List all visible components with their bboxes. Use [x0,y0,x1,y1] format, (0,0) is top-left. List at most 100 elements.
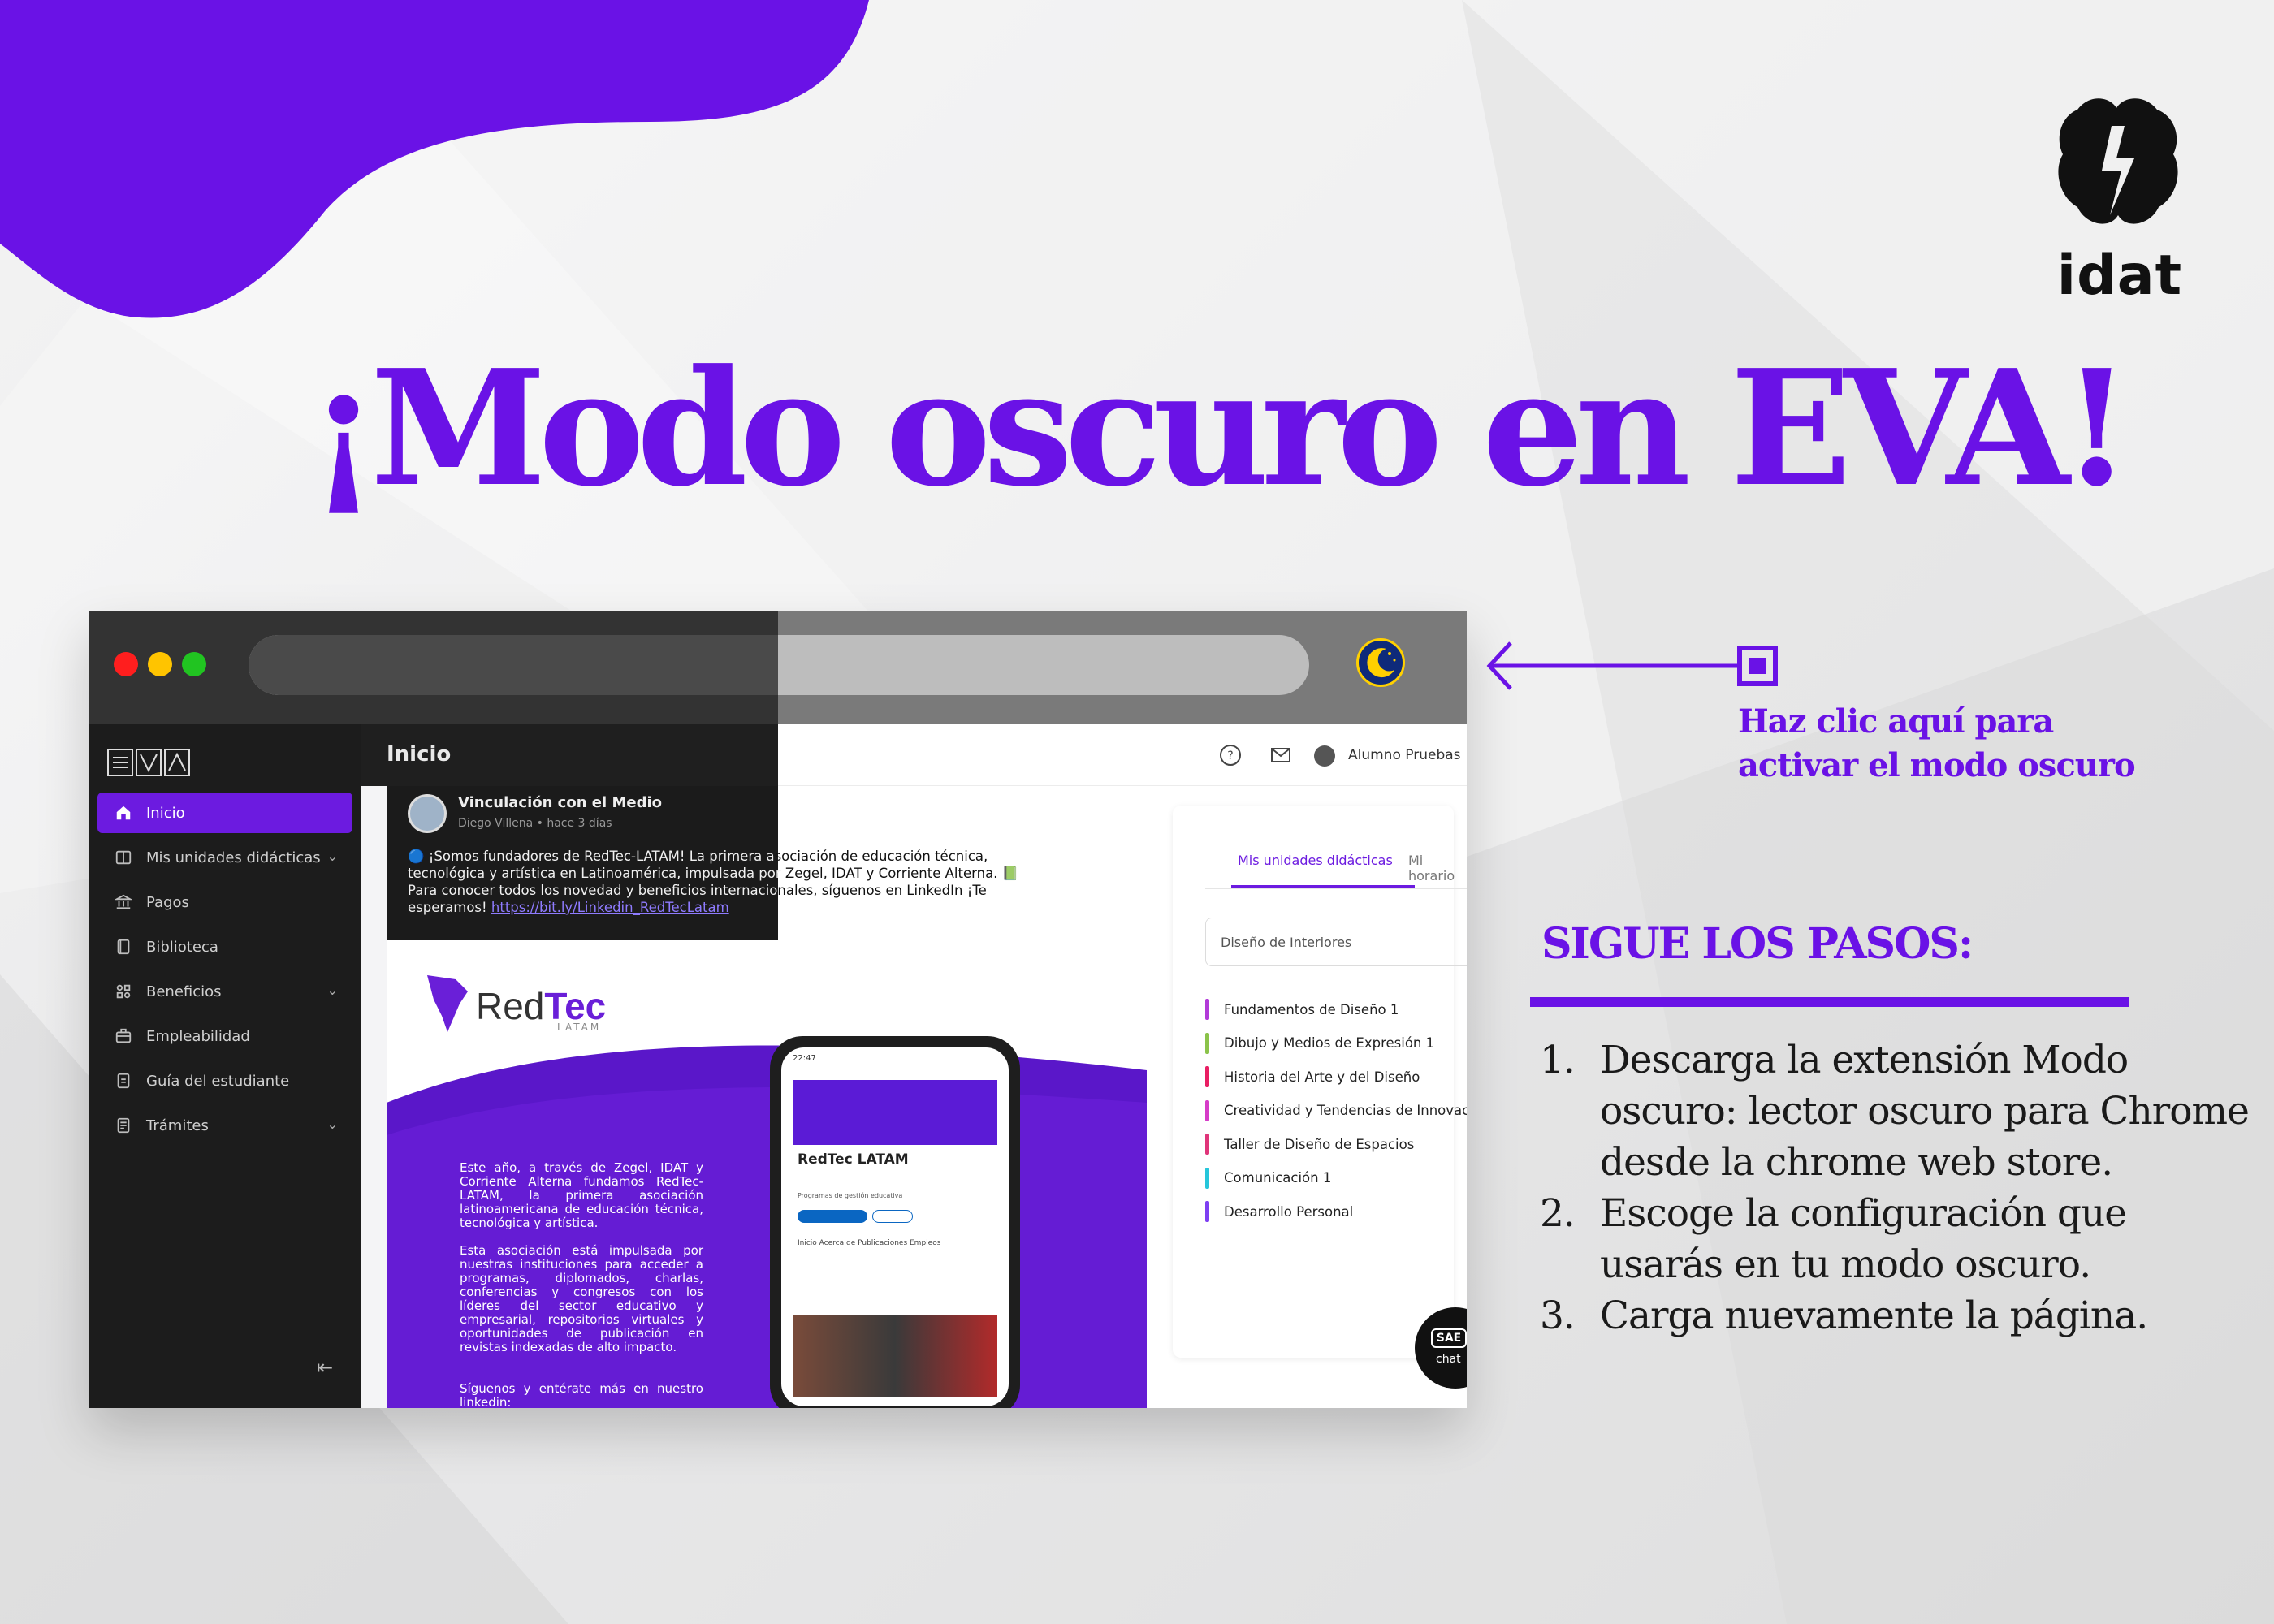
minimize-window-button[interactable] [148,652,172,676]
idat-logo [2058,98,2178,224]
chat-label: SAE [1431,1328,1467,1348]
chevron-down-icon: ⌄ [326,983,338,998]
moon-icon [1367,648,1396,678]
course-name: Comunicación 1 [1224,1170,1332,1186]
phone-cover [793,1080,997,1145]
course-color-bar [1205,1201,1209,1222]
step-number: 3. [1540,1294,1576,1338]
active-tab-indicator [1231,885,1415,888]
step-item: 3. Carga nuevamente la página. [1540,1290,2255,1341]
sidebar-item-label: Mis unidades didácticas [146,849,321,866]
course-color-bar [1205,1066,1209,1087]
course-name: Creatividad y Tendencias de Innovación [1224,1103,1467,1118]
sidebar-item-biblioteca[interactable]: Biblioteca [97,926,352,967]
course-item[interactable]: Fundamentos de Diseño 1 [1205,999,1399,1020]
mail-icon[interactable] [1269,743,1293,767]
help-icon[interactable]: ? [1218,743,1243,767]
headline: ¡Modo oscuro en EVA! [309,335,2132,522]
steps-divider [1530,997,2129,1007]
svg-text:?: ? [1227,749,1233,762]
course-item[interactable]: Comunicación 1 [1205,1167,1332,1189]
sidebar-item-label: Inicio [146,804,185,822]
banner-paragraph-1: Este año, a través de Zegel, IDAT y Corr… [460,1160,703,1230]
tab-mi-horario[interactable]: Mi horario [1408,853,1455,883]
course-name: Desarrollo Personal [1224,1203,1354,1220]
tab-mis-unidades[interactable]: Mis unidades didácticas [1238,853,1393,868]
step-text: Descarga la extensión Modo oscuro: lecto… [1600,1038,2250,1185]
step-number: 2. [1540,1191,1576,1236]
phone-tabs: Inicio Acerca de Publicaciones Empleos [798,1239,941,1247]
course-item[interactable]: Dibujo y Medios de Expresión 1 [1205,1032,1434,1054]
phone-message-button [798,1210,867,1223]
step-text: Escoge la configuración que usarás en tu… [1600,1191,2127,1287]
sidebar-item-guia-del-estudiante[interactable]: Guía del estudiante [97,1060,352,1101]
collapse-sidebar-icon[interactable]: ⇤ [317,1356,333,1380]
course-color-bar [1205,1099,1209,1121]
course-color-bar [1205,999,1209,1020]
home-icon [114,803,133,823]
course-item[interactable]: Desarrollo Personal [1205,1201,1353,1222]
sidebar-item-beneficios[interactable]: Beneficios ⌄ [97,971,352,1012]
avatar[interactable] [1314,745,1335,767]
guide-icon [114,1071,133,1091]
browser-window: Inicio Mis unidades didácticas ⌄ Pagos Bibli… [89,611,1467,1408]
course-name: Taller de Diseño de Espacios [1224,1136,1415,1152]
decorative-blob [0,0,869,318]
sidebar-item-label: Trámites [146,1116,209,1134]
steps-title: SIGUE LOS PASOS: [1541,919,1974,969]
sidebar: Inicio Mis unidades didácticas ⌄ Pagos Bibli… [89,724,361,1408]
course-name: Historia del Arte y del Diseño [1224,1069,1420,1085]
dark-mode-extension-button[interactable] [1356,638,1405,687]
banner-paragraph-2: Esta asociación está impulsada por nuest… [460,1243,703,1354]
post-body: 🔵 ¡Somos fundadores de RedTec-LATAM! La … [408,849,1019,915]
sidebar-item-inicio[interactable]: Inicio [97,793,352,833]
phone-photo [793,1315,997,1397]
library-icon [114,937,133,957]
redtec-banner[interactable]: RedTec LATAM Este año, a través de Zegel… [387,940,1147,1408]
step-item: 2. Escoge la configuración que usarás en … [1540,1188,2255,1290]
sidebar-item-tramites[interactable]: Trámites ⌄ [97,1105,352,1146]
course-name: Fundamentos de Diseño 1 [1224,1001,1399,1017]
maximize-window-button[interactable] [182,652,206,676]
phone-title: RedTec LATAM [798,1151,909,1168]
arrow-indicator [1486,641,1778,690]
step-item: 1. Descarga la extensión Modo oscuro: lec… [1540,1034,2255,1188]
post-author-avatar [408,794,447,833]
page-title: Inicio [387,742,452,767]
address-bar[interactable] [249,635,1309,695]
course-item[interactable]: Historia del Arte y del Diseño [1205,1066,1420,1087]
eva-logo [107,749,190,776]
briefcase-icon [114,1026,133,1046]
post-link[interactable]: https://bit.ly/Linkedin_RedTecLatam [491,900,729,915]
redtec-logo-sub: LATAM [557,1021,602,1033]
course-item[interactable]: Taller de Diseño de Espacios [1205,1134,1414,1155]
course-item[interactable]: Creatividad y Tendencias de Innovación [1205,1099,1467,1121]
idat-logo-text: idat [2056,244,2183,308]
grid-icon [114,982,133,1001]
phone-subtitle: Programas de gestión educativa [798,1192,903,1199]
sidebar-item-label: Empleabilidad [146,1027,250,1045]
close-window-button[interactable] [114,652,138,676]
document-icon [114,1116,133,1135]
latam-map-icon [427,975,468,1032]
steps-list: 1. Descarga la extensión Modo oscuro: lec… [1540,1034,2255,1341]
step-text: Carga nuevamente la página. [1600,1294,2148,1338]
sidebar-item-mis-unidades-didacticas[interactable]: Mis unidades didácticas ⌄ [97,837,352,878]
sidebar-item-empleabilidad[interactable]: Empleabilidad [97,1016,352,1056]
bank-icon [114,892,133,912]
step-number: 1. [1540,1038,1576,1082]
sidebar-item-label: Guía del estudiante [146,1072,290,1090]
course-color-bar [1205,1167,1209,1189]
post-meta: Diego Villena • hace 3 días [458,817,612,830]
callout-text: Haz clic aquí para activar el modo oscur… [1738,702,2136,784]
course-color-bar [1205,1134,1209,1155]
sidebar-item-label: Beneficios [146,983,222,1000]
user-name[interactable]: Alumno Pruebas [1348,747,1461,763]
units-panel: Mis unidades didácticas Mi horario Diseñ… [1173,806,1467,1358]
career-select[interactable]: Diseño de Interiores ⌄ [1205,918,1467,966]
chevron-down-icon: ⌄ [326,1116,338,1132]
phone-follow-button [872,1210,913,1223]
sidebar-item-pagos[interactable]: Pagos [97,882,352,922]
banner-paragraph-3: Síguenos y entérate más en nuestro linke… [460,1381,703,1409]
book-icon [114,848,133,867]
